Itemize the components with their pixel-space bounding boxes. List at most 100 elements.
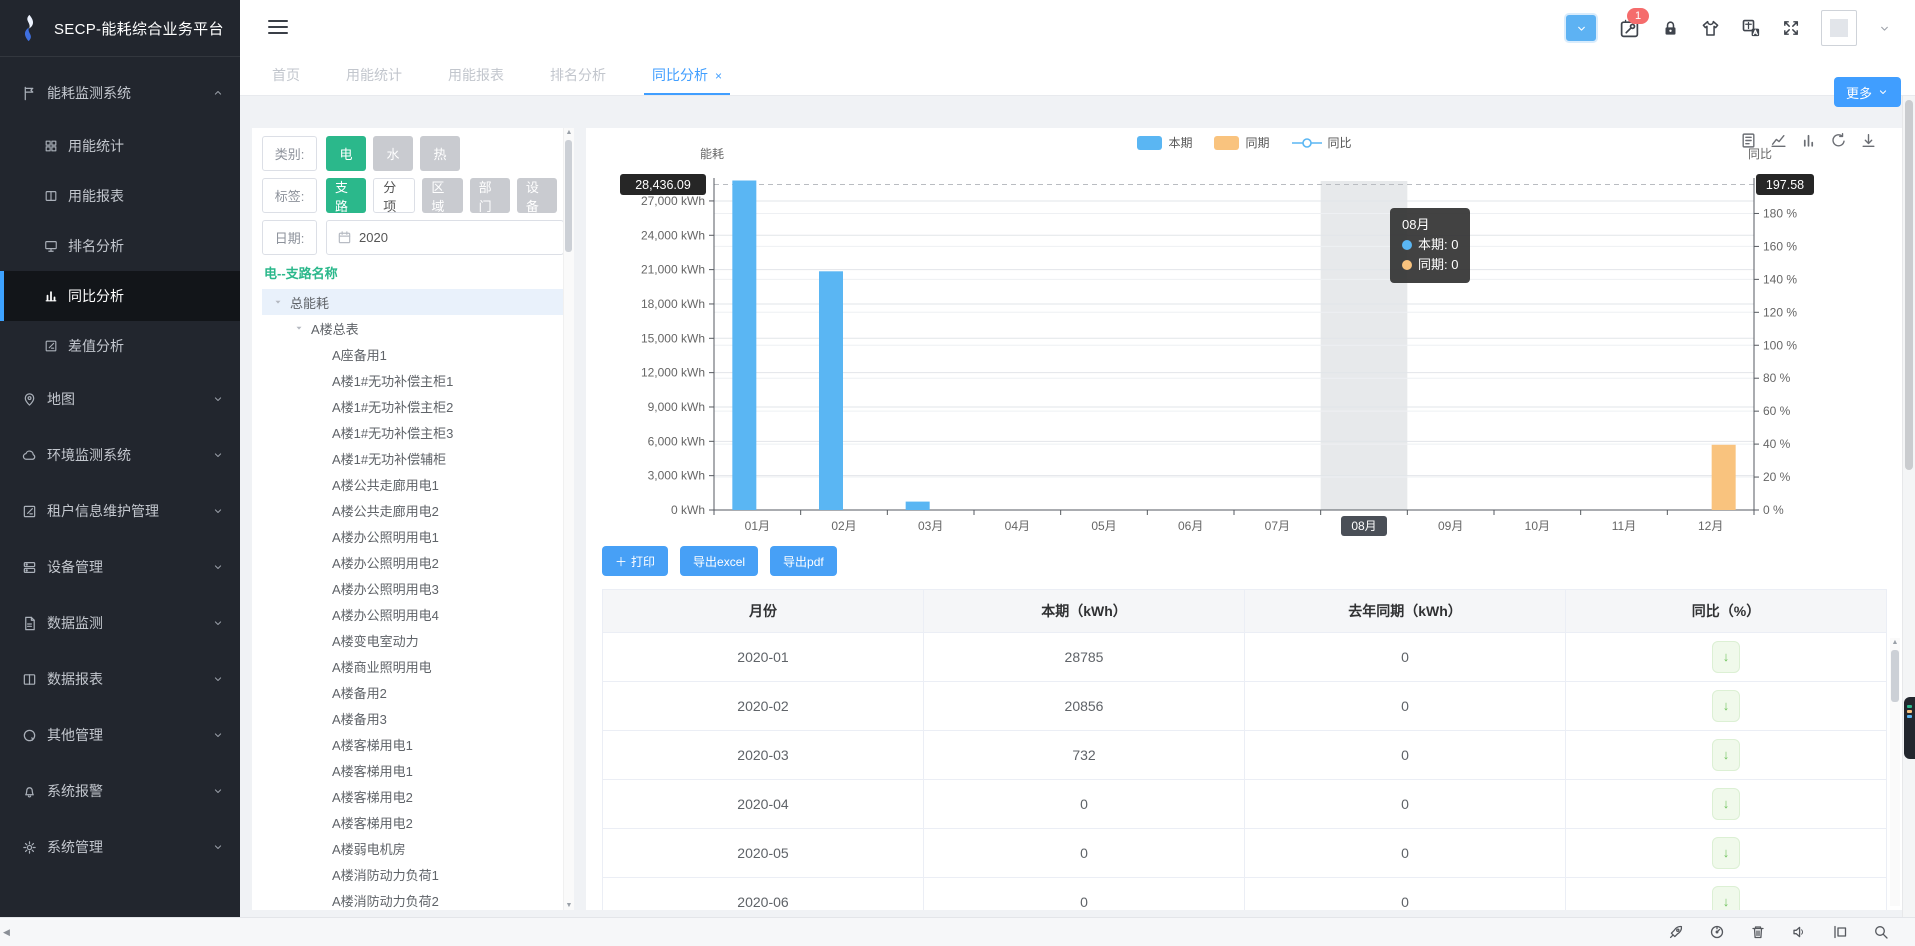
sidebar-item-system-mgmt[interactable]: 系统管理	[0, 819, 240, 875]
legend-benqi[interactable]: 本期	[1137, 134, 1192, 151]
tree-leaf[interactable]: A楼客梯用电1	[262, 757, 564, 783]
tab-home[interactable]: 首页	[272, 56, 300, 95]
floating-widget-handle[interactable]	[1904, 697, 1915, 759]
tree-leaf[interactable]: A楼备用3	[262, 705, 564, 731]
ops-tools-button[interactable]: 1	[1619, 18, 1640, 39]
sidebar-item-env-monitoring[interactable]: 环境监测系统	[0, 427, 240, 483]
theme-button[interactable]	[1701, 19, 1720, 38]
tag-option-2[interactable]: 区域	[422, 178, 462, 213]
tree-leaf[interactable]: A楼办公照明用电4	[262, 601, 564, 627]
category-option-0[interactable]: 电	[326, 136, 366, 171]
year-picker-input[interactable]: 2020	[326, 220, 564, 255]
footer-trash-button[interactable]	[1750, 924, 1766, 940]
chevron-down-icon	[212, 785, 224, 797]
tab-energy-stats[interactable]: 用能统计	[346, 56, 402, 95]
tree-scrollbar[interactable]: ▲ ▼	[563, 128, 574, 910]
more-button[interactable]: 更多	[1834, 77, 1901, 107]
tree-leaf[interactable]: A楼弱电机房	[262, 835, 564, 861]
category-option-1[interactable]: 水	[373, 136, 413, 171]
footer-dashboard-button[interactable]	[1709, 924, 1725, 940]
tree-leaf[interactable]: A楼备用2	[262, 679, 564, 705]
sidebar-item-map[interactable]: 地图	[0, 371, 240, 427]
tree-leaf[interactable]: A楼1#无功补偿主柜3	[262, 419, 564, 445]
toolbox-switch-bar-chart-button[interactable]	[1800, 132, 1817, 149]
tree-leaf[interactable]: A楼办公照明用电3	[262, 575, 564, 601]
tree-leaf[interactable]: A座备用1	[262, 341, 564, 367]
sidebar-item-tenant-info[interactable]: 租户信息维护管理	[0, 483, 240, 539]
user-menu-caret[interactable]	[1878, 22, 1891, 35]
tag-option-3[interactable]: 部门	[470, 178, 510, 213]
plus-icon: ＋	[615, 553, 627, 570]
toolbox-switch-line-chart-button[interactable]	[1770, 132, 1787, 149]
table-scrollbar[interactable]: ▲	[1890, 638, 1900, 906]
tree-leaf[interactable]: A楼1#无功补偿辅柜	[262, 445, 564, 471]
tree-leaf[interactable]: A楼商业照明用电	[262, 653, 564, 679]
sidebar-item-energy-monitoring[interactable]: 能耗监测系统	[0, 65, 240, 121]
yoy-chart: 本期同期同比 0 kWh3,000 kWh6,000 kWh9,000 kWh1…	[586, 128, 1903, 540]
trend-down-badge: ↓	[1712, 739, 1740, 771]
sidebar-item-ranking-analysis[interactable]: 排名分析	[0, 221, 240, 271]
legend-tongqi[interactable]: 同期	[1214, 134, 1269, 151]
tree-leaf[interactable]: A楼消防动力负荷1	[262, 861, 564, 887]
print-button[interactable]: ＋打印	[602, 546, 668, 576]
export-excel-button[interactable]: 导出excel	[680, 546, 758, 576]
svg-text:6,000 kWh: 6,000 kWh	[648, 434, 705, 448]
sidebar-item-energy-stats[interactable]: 用能统计	[0, 121, 240, 171]
tag-option-0[interactable]: 支路	[326, 178, 366, 213]
tree-leaf[interactable]: A楼办公照明用电2	[262, 549, 564, 575]
tab-yoy-analysis[interactable]: 同比分析×	[652, 56, 722, 95]
filter-tree-panel: 类别:电水热标签:支路分项区域部门设备日期:2020 电--支路名称 总能耗A楼…	[252, 128, 574, 910]
tab-close-icon[interactable]: ×	[715, 69, 722, 83]
footer-rocket-button[interactable]	[1668, 924, 1684, 940]
tag-option-1[interactable]: 分项	[373, 178, 415, 213]
shirt-icon	[1701, 19, 1720, 38]
footer-window-button[interactable]	[1832, 924, 1848, 940]
export-pdf-button[interactable]: 导出pdf	[770, 546, 837, 576]
tree-leaf[interactable]: A楼公共走廊用电1	[262, 471, 564, 497]
trend-down-badge: ↓	[1712, 837, 1740, 869]
scroll-left-arrow[interactable]: ◀	[3, 927, 10, 938]
tree-leaf[interactable]: A楼1#无功补偿主柜2	[262, 393, 564, 419]
lock-screen-button[interactable]	[1661, 19, 1680, 38]
language-button[interactable]	[1741, 18, 1761, 38]
tree-leaf[interactable]: A楼客梯用电2	[262, 809, 564, 835]
tree-expand-caret-icon[interactable]	[294, 323, 304, 333]
footer-speaker-button[interactable]	[1791, 924, 1807, 940]
collapse-dropdown-button[interactable]	[1564, 13, 1598, 43]
toolbox-restore-button[interactable]	[1830, 132, 1847, 149]
tree-node-group[interactable]: A楼总表	[262, 315, 564, 341]
page-scrollbar[interactable]	[1902, 96, 1915, 918]
tree-leaf[interactable]: A楼1#无功补偿主柜1	[262, 367, 564, 393]
user-avatar[interactable]	[1821, 10, 1857, 46]
legend-tongbi[interactable]: 同比	[1292, 134, 1352, 151]
tree-leaf[interactable]: A楼客梯用电1	[262, 731, 564, 757]
footer-search-button[interactable]	[1873, 924, 1889, 940]
toolbox-data-view-button[interactable]	[1740, 132, 1757, 149]
tree-leaf[interactable]: A楼变电室动力	[262, 627, 564, 653]
sidebar-item-other-mgmt[interactable]: 其他管理	[0, 707, 240, 763]
sidebar-item-system-alarm[interactable]: 系统报警	[0, 763, 240, 819]
sidebar-item-yoy-analysis[interactable]: 同比分析	[0, 271, 240, 321]
tree-leaf[interactable]: A楼消防动力负荷2	[262, 887, 564, 910]
sidebar-item-energy-report[interactable]: 用能报表	[0, 171, 240, 221]
tab-ranking-analysis[interactable]: 排名分析	[550, 56, 606, 95]
tree-leaf[interactable]: A楼客梯用电2	[262, 783, 564, 809]
tag-option-4[interactable]: 设备	[517, 178, 557, 213]
sidebar-item-device-mgmt[interactable]: 设备管理	[0, 539, 240, 595]
category-option-2[interactable]: 热	[420, 136, 460, 171]
tree-node-root[interactable]: 总能耗	[262, 289, 564, 315]
hamburger-menu-button[interactable]	[268, 20, 288, 38]
docedit-icon	[44, 339, 58, 353]
tree-expand-caret-icon[interactable]	[273, 297, 283, 307]
tab-energy-report[interactable]: 用能报表	[448, 56, 504, 95]
sidebar-item-data-report[interactable]: 数据报表	[0, 651, 240, 707]
fullscreen-button[interactable]	[1782, 19, 1800, 37]
toolbox-save-image-button[interactable]	[1860, 132, 1877, 149]
tree-leaf[interactable]: A楼办公照明用电1	[262, 523, 564, 549]
svg-text:20 %: 20 %	[1763, 470, 1791, 484]
tree-leaf[interactable]: A楼公共走廊用电2	[262, 497, 564, 523]
sidebar-item-diff-analysis[interactable]: 差值分析	[0, 321, 240, 371]
bell-icon	[22, 784, 37, 799]
category-label: 类别:	[262, 136, 317, 171]
sidebar-item-data-monitor[interactable]: 数据监测	[0, 595, 240, 651]
